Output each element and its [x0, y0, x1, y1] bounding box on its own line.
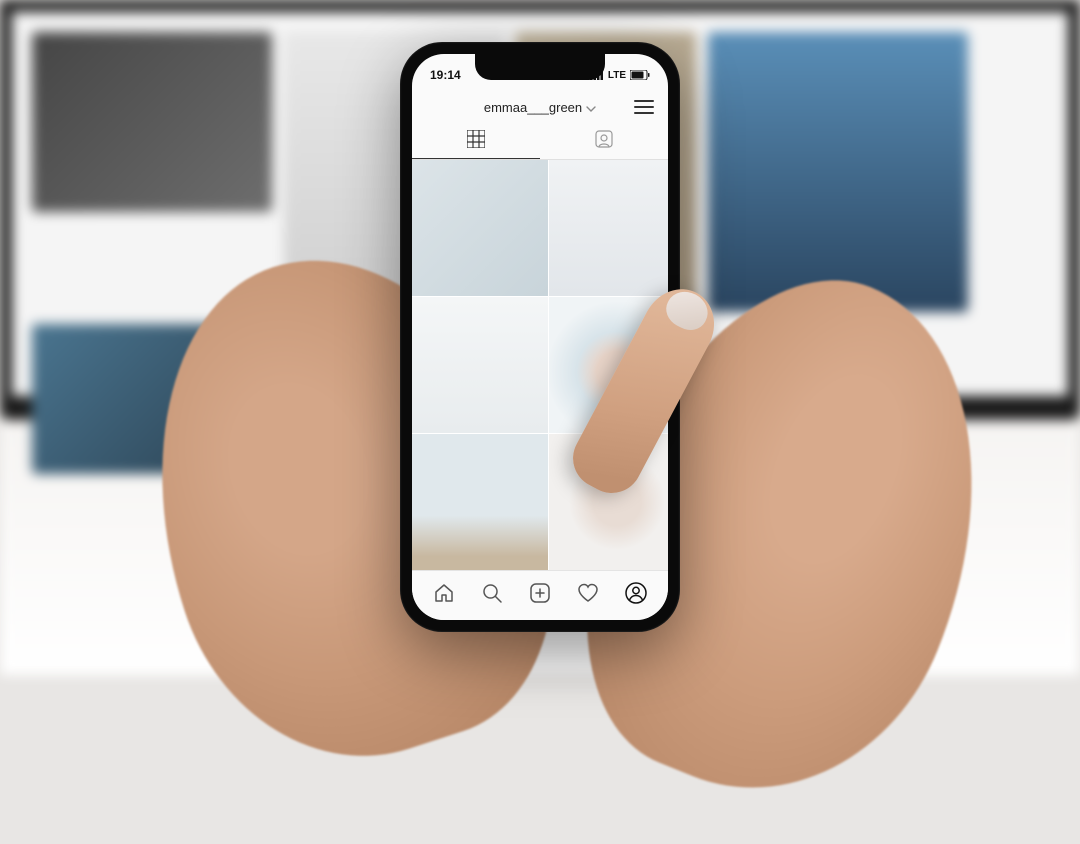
username-switcher[interactable]: emmaa___green	[484, 100, 596, 115]
home-icon	[433, 582, 455, 609]
nav-add-post[interactable]	[527, 583, 553, 609]
photo-thumbnail[interactable]	[412, 434, 548, 570]
photo-thumbnail[interactable]	[549, 160, 668, 296]
phone-screen: 19:14 LTE emmaa___green	[412, 54, 668, 620]
tab-tagged[interactable]	[540, 124, 668, 159]
profile-tabs	[412, 124, 668, 160]
chevron-down-icon	[586, 100, 596, 115]
photo-thumbnail[interactable]	[412, 160, 548, 296]
search-icon	[481, 582, 503, 609]
tab-grid[interactable]	[412, 124, 540, 159]
tagged-icon	[595, 130, 613, 153]
monitor-tile	[32, 32, 272, 212]
phone-notch	[475, 54, 605, 80]
profile-avatar-icon	[625, 582, 647, 609]
network-label: LTE	[608, 70, 626, 81]
battery-icon	[630, 70, 650, 80]
bottom-nav	[412, 570, 668, 620]
activity-icon	[577, 582, 599, 609]
nav-activity[interactable]	[575, 583, 601, 609]
menu-button[interactable]	[634, 100, 654, 114]
grid-icon	[467, 130, 485, 153]
add-post-icon	[529, 582, 551, 609]
photo-thumbnail[interactable]	[412, 297, 548, 433]
nav-profile[interactable]	[623, 583, 649, 609]
status-time: 19:14	[430, 68, 461, 82]
nav-search[interactable]	[479, 583, 505, 609]
monitor-tile	[708, 32, 968, 312]
menu-icon	[634, 100, 654, 102]
nav-home[interactable]	[431, 583, 457, 609]
username-label: emmaa___green	[484, 100, 582, 115]
profile-header: emmaa___green	[412, 90, 668, 124]
